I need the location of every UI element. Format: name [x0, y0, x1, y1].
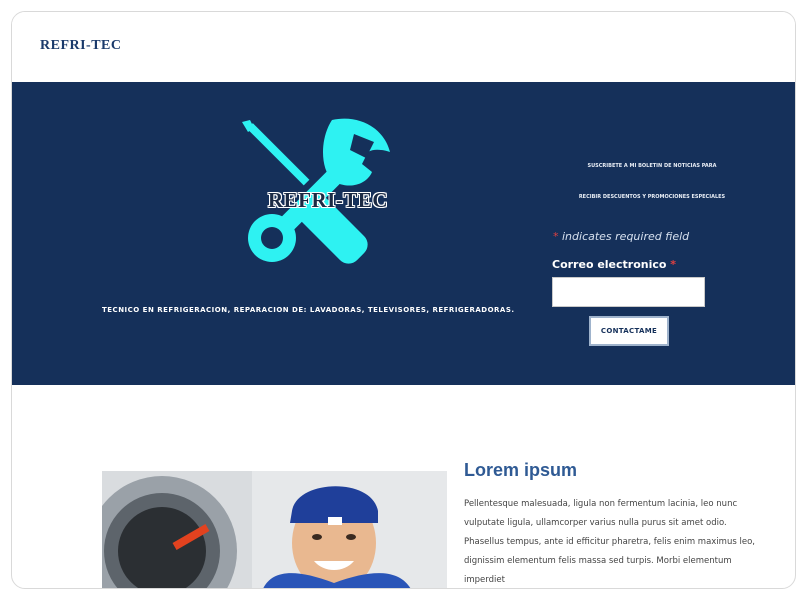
required-field-note: * indicates required field: [553, 230, 689, 243]
logo-wordmark: REFRI-TEC: [267, 188, 388, 212]
site-brand[interactable]: REFRI-TEC: [40, 38, 122, 54]
page-frame: REFRI-TEC REFRI-TEC TECNICO EN REFRIGERA…: [11, 11, 796, 589]
content-title: Lorem ipsum: [464, 460, 578, 480]
content-section: Lorem ipsum Pellentesque malesuada, ligu…: [464, 460, 764, 588]
required-note-text: indicates required field: [558, 230, 690, 243]
hero-tagline: TECNICO EN REFRIGERACION, REPARACION DE:…: [102, 306, 515, 314]
newsletter-heading-line2: RECIBIR DESCUENTOS Y PROMOCIONES ESPECIA…: [578, 194, 726, 200]
site-header: REFRI-TEC: [12, 12, 795, 82]
content-body: Pellentesque malesuada, ligula non ferme…: [464, 499, 755, 585]
newsletter-heading-line1: SUSCRIBETE A MI BOLETIN DE NOTICIAS PARA: [587, 163, 717, 169]
technician-image: [102, 471, 447, 588]
technician-photo: [102, 471, 447, 588]
refritec-logo: REFRI-TEC: [234, 118, 399, 278]
email-required-star: *: [666, 258, 677, 271]
email-field[interactable]: [552, 277, 705, 307]
email-label: Correo electronico *: [552, 258, 676, 271]
hero-banner: REFRI-TEC TECNICO EN REFRIGERACION, REPA…: [12, 82, 795, 385]
contactame-button[interactable]: CONTACTAME: [589, 316, 669, 346]
email-label-text: Correo electronico: [552, 258, 667, 271]
